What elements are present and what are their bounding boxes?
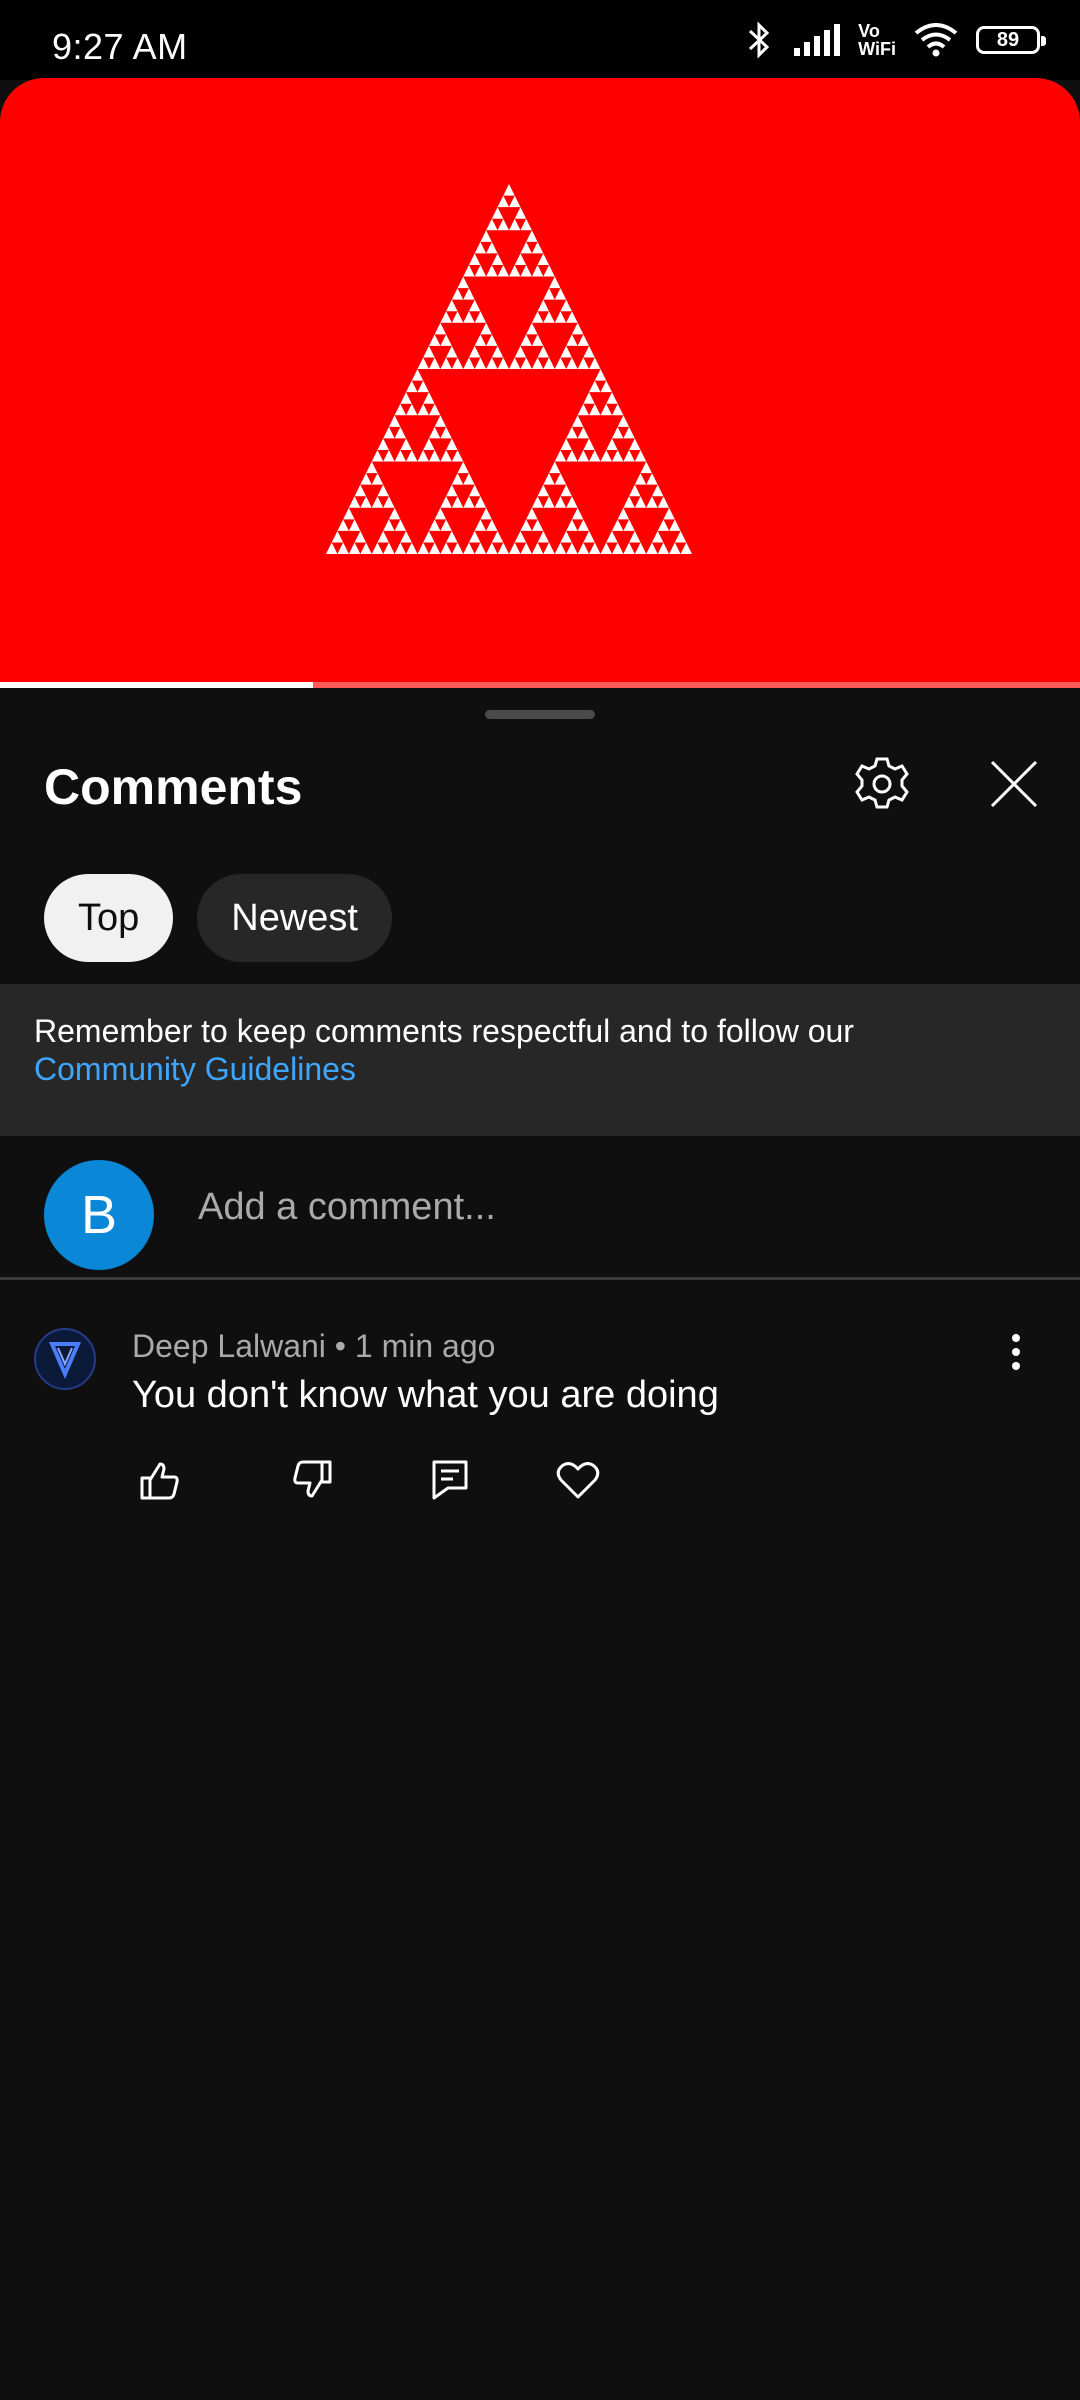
guidelines-notice: Remember to keep comments respectful and…: [0, 984, 1080, 1136]
chip-top[interactable]: Top: [44, 874, 174, 962]
like-icon: [138, 1458, 182, 1507]
reply-button[interactable]: [422, 1454, 478, 1510]
more-vert-icon: [1010, 1332, 1022, 1377]
vowifi-icon: Vo WiFi: [858, 21, 896, 59]
status-icons: Vo WiFi 89: [744, 20, 1046, 60]
wifi-icon: [914, 23, 958, 57]
close-icon: [988, 758, 1040, 815]
like-button[interactable]: [132, 1454, 188, 1510]
sierpinski-thumbnail: [326, 184, 692, 554]
bluetooth-icon: [744, 20, 774, 60]
close-button[interactable]: [974, 746, 1054, 826]
reply-icon: [430, 1458, 470, 1507]
notice-text: Remember to keep comments respectful and…: [34, 1013, 854, 1049]
status-time: 9:27 AM: [52, 26, 188, 67]
add-comment-row: B Add a comment...: [0, 1136, 1080, 1280]
heart-button[interactable]: [550, 1454, 606, 1510]
commenter-avatar[interactable]: [34, 1328, 96, 1390]
comment-meta: Deep Lalwani • 1 min ago: [132, 1328, 496, 1364]
community-guidelines-link[interactable]: Community Guidelines: [34, 1050, 1046, 1088]
settings-button[interactable]: [842, 746, 922, 826]
dislike-button[interactable]: [284, 1454, 340, 1510]
status-bar: 9:27 AM Vo WiFi 89: [0, 0, 1080, 80]
chip-newest[interactable]: Newest: [197, 874, 392, 962]
drag-handle[interactable]: [485, 710, 595, 719]
user-avatar[interactable]: B: [44, 1160, 154, 1270]
comments-sheet: Comments Top Newest Remember to keep com…: [0, 688, 1080, 2400]
video-player[interactable]: [0, 78, 1080, 688]
add-comment-input[interactable]: Add a comment...: [198, 1186, 496, 1229]
comment-more-button[interactable]: [986, 1324, 1046, 1384]
comment-item: Deep Lalwani • 1 min ago You don't know …: [0, 1308, 1080, 1508]
comments-title: Comments: [44, 759, 303, 815]
signal-icon: [792, 24, 841, 56]
heart-icon: [556, 1460, 600, 1505]
dislike-icon: [290, 1458, 334, 1507]
comment-text: You don't know what you are doing: [132, 1374, 719, 1416]
battery-icon: 89: [976, 26, 1046, 54]
gear-icon: [853, 755, 911, 818]
sort-chips: Top Newest: [44, 874, 392, 962]
